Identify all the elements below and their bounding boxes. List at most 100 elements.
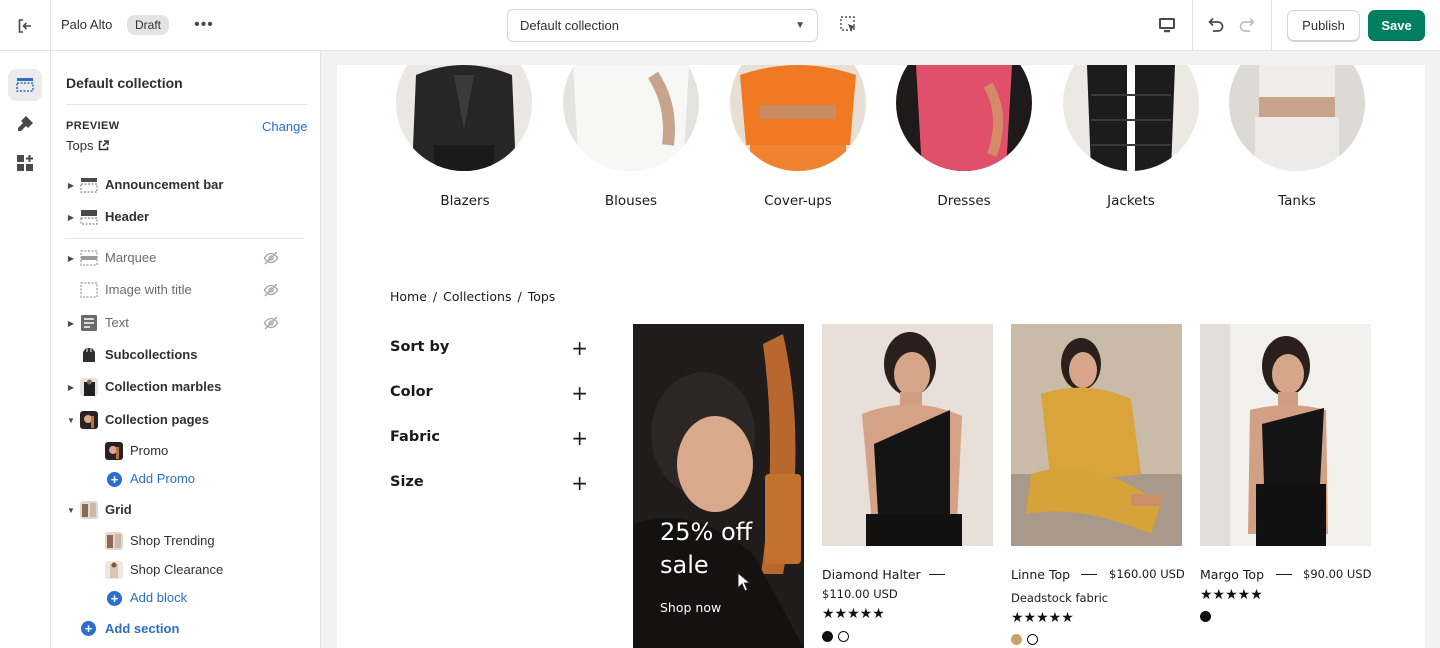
section-text[interactable]: ▶ Text — [51, 309, 320, 337]
product-price: $90.00 USD — [1303, 567, 1372, 581]
add-promo-button[interactable]: + Add Promo — [51, 465, 320, 493]
section-announcement-bar[interactable]: ▶ Announcement bar — [51, 171, 320, 199]
divider — [66, 238, 304, 239]
marble-label[interactable]: Tanks — [1217, 193, 1377, 209]
inspector-button[interactable] — [838, 14, 860, 36]
marble-blouses[interactable] — [563, 65, 699, 171]
filter-fabric[interactable]: Fabric + — [390, 426, 588, 453]
caret-right-icon[interactable]: ▶ — [67, 180, 75, 190]
caret-right-icon[interactable]: ▶ — [67, 212, 75, 222]
caret-down-icon[interactable]: ▼ — [67, 505, 75, 515]
section-label: Marquee — [105, 250, 157, 265]
blouses-image — [563, 65, 699, 171]
block-shop-trending[interactable]: Shop Trending — [51, 527, 320, 555]
redo-icon — [1239, 17, 1255, 32]
breadcrumb: Home / Collections / Tops — [390, 289, 555, 304]
product-image-margo-top[interactable] — [1200, 324, 1371, 546]
eye-hidden-icon[interactable] — [263, 282, 279, 298]
grid-icon — [80, 501, 98, 519]
section-image-with-title[interactable]: Image with title — [51, 276, 320, 304]
redo-button[interactable] — [1237, 14, 1259, 36]
exit-button[interactable] — [0, 0, 51, 51]
section-grid[interactable]: ▼ Grid — [51, 496, 320, 524]
image-with-title-icon — [80, 282, 98, 298]
block-shop-clearance[interactable]: Shop Clearance — [51, 556, 320, 584]
swatch-white[interactable] — [1027, 634, 1038, 645]
caret-right-icon[interactable]: ▶ — [67, 253, 75, 263]
marble-jackets[interactable] — [1063, 65, 1199, 171]
plus-icon: + — [571, 336, 588, 360]
marble-cover-ups[interactable] — [730, 65, 866, 171]
promo-card[interactable]: 25% off sale Shop now — [633, 324, 804, 648]
template-select[interactable]: Default collection ▼ — [507, 9, 818, 42]
promo-cta[interactable]: Shop now — [660, 600, 721, 615]
price-divider — [1081, 574, 1097, 575]
marble-tanks[interactable] — [1229, 65, 1365, 171]
marble-dresses[interactable] — [896, 65, 1032, 171]
add-block-button[interactable]: + Add block — [51, 584, 320, 612]
product-name[interactable]: Linne Top — [1011, 567, 1070, 582]
caret-down-icon[interactable]: ▼ — [67, 415, 75, 425]
marble-label[interactable]: Dresses — [884, 193, 1044, 209]
rail-apps-button[interactable] — [8, 147, 42, 179]
block-promo[interactable]: Promo — [51, 437, 320, 465]
more-actions-button[interactable]: ••• — [192, 14, 216, 36]
breadcrumb-collections[interactable]: Collections — [443, 289, 511, 304]
add-icon: + — [107, 591, 122, 606]
section-collection-pages[interactable]: ▼ Collection pages — [51, 406, 320, 434]
marble-blazers[interactable] — [396, 65, 532, 171]
eye-hidden-icon[interactable] — [263, 250, 279, 266]
theme-editor: Palo Alto Draft ••• Default collection ▼ — [0, 0, 1440, 648]
undo-button[interactable] — [1204, 14, 1226, 36]
divider — [66, 104, 307, 105]
section-subcollections[interactable]: Subcollections — [51, 341, 320, 369]
marble-label[interactable]: Cover-ups — [718, 193, 878, 209]
product-name[interactable]: Margo Top — [1200, 567, 1264, 582]
product-name[interactable]: Diamond Halter — [822, 567, 921, 582]
section-marquee[interactable]: ▶ Marquee — [51, 244, 320, 272]
publish-button[interactable]: Publish — [1287, 10, 1360, 41]
desktop-view-button[interactable] — [1156, 14, 1178, 36]
product-price: $110.00 USD — [822, 587, 898, 601]
filter-sort-by[interactable]: Sort by + — [390, 336, 588, 363]
filter-label: Sort by — [390, 339, 450, 355]
section-collection-marbles[interactable]: ▶ Collection marbles — [51, 373, 320, 401]
marble-label[interactable]: Blazers — [385, 193, 545, 209]
plus-icon: + — [571, 426, 588, 450]
change-preview-link[interactable]: Change — [262, 119, 308, 134]
jackets-image — [1063, 65, 1199, 171]
breadcrumb-separator: / — [517, 289, 522, 304]
add-section-button[interactable]: + Add section — [51, 615, 320, 643]
swatch-white[interactable] — [838, 631, 849, 642]
eye-hidden-icon[interactable] — [263, 315, 279, 331]
swatch-black[interactable] — [1200, 611, 1211, 622]
section-header[interactable]: ▶ Header — [51, 203, 320, 231]
rail-theme-settings-button[interactable] — [8, 108, 42, 140]
promo-title: 25% off sale — [660, 518, 753, 579]
product-image-linne-top[interactable] — [1011, 324, 1182, 546]
marquee-icon — [80, 250, 98, 266]
save-button[interactable]: Save — [1368, 10, 1425, 41]
add-block-label: Add block — [130, 590, 188, 605]
section-label: Subcollections — [105, 347, 198, 362]
collection-marbles-icon — [80, 378, 98, 396]
rail-sections-button[interactable] — [8, 69, 42, 101]
swatch-tan[interactable] — [1011, 634, 1022, 645]
preview-value-link[interactable]: Tops — [66, 138, 110, 153]
section-label: Text — [105, 315, 129, 330]
marble-label[interactable]: Blouses — [551, 193, 711, 209]
preview-label: PREVIEW — [66, 120, 120, 132]
storefront-preview: Blazers Blouses Cover-ups Dresses Jacket… — [337, 65, 1425, 648]
caret-right-icon[interactable]: ▶ — [67, 382, 75, 392]
marble-label[interactable]: Jackets — [1051, 193, 1211, 209]
breadcrumb-home[interactable]: Home — [390, 289, 427, 304]
section-label: Header — [105, 209, 150, 224]
chevron-down-icon: ▼ — [795, 20, 805, 31]
product-image-diamond-halter[interactable] — [822, 324, 993, 546]
breadcrumb-separator: / — [432, 289, 438, 304]
caret-right-icon[interactable]: ▶ — [67, 318, 75, 328]
filter-color[interactable]: Color + — [390, 381, 588, 408]
filter-size[interactable]: Size + — [390, 471, 588, 498]
top-bar: Palo Alto Draft ••• Default collection ▼ — [0, 0, 1440, 51]
swatch-black[interactable] — [822, 631, 833, 642]
